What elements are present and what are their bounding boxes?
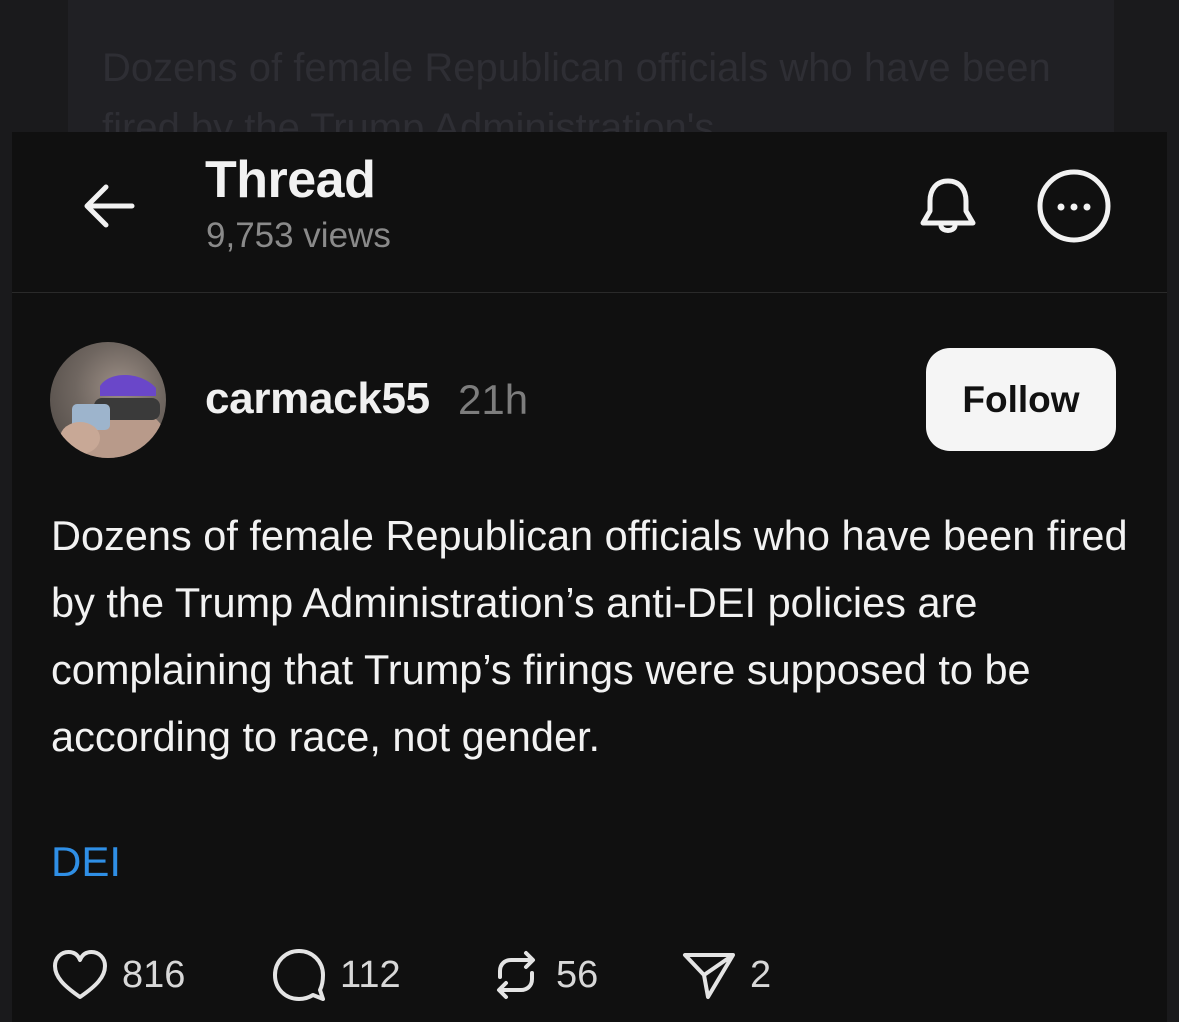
bell-icon (920, 178, 976, 233)
back-arrow-icon (84, 184, 135, 228)
post-actions: 816 112 56 2 (12, 940, 1167, 1010)
avatar[interactable] (50, 342, 166, 458)
thread-panel: Thread 9,753 views carmack55 21h Follow … (12, 132, 1167, 1022)
like-button[interactable]: 816 (50, 940, 185, 1010)
post-time: 21h (458, 376, 529, 423)
reply-button[interactable]: 112 (270, 940, 401, 1010)
page-title: Thread (205, 151, 376, 209)
thread-header: Thread 9,753 views (12, 132, 1167, 293)
reply-count: 112 (340, 953, 401, 996)
username[interactable]: carmack55 (205, 374, 430, 424)
more-options-icon (1037, 169, 1111, 243)
send-icon (683, 953, 735, 999)
view-count: 9,753 views (206, 216, 391, 255)
post-text: Dozens of female Republican officials wh… (51, 512, 1128, 760)
comment-icon (273, 949, 325, 1001)
follow-button[interactable]: Follow (926, 348, 1116, 451)
repost-button[interactable]: 56 (488, 940, 598, 1010)
notifications-button[interactable] (908, 166, 988, 246)
avatar-photo (60, 374, 165, 458)
share-count: 2 (750, 953, 772, 996)
repost-icon (497, 951, 535, 999)
heart-icon (53, 950, 107, 999)
back-button[interactable] (70, 168, 146, 244)
topic-tag[interactable]: DEI (51, 838, 121, 886)
more-options-button[interactable] (1034, 166, 1114, 246)
background-post-card: Dozens of female Republican officials wh… (68, 0, 1114, 140)
background-post-text: Dozens of female Republican officials wh… (102, 46, 1051, 140)
share-button[interactable]: 2 (680, 940, 771, 1010)
like-count: 816 (122, 953, 186, 996)
repost-count: 56 (556, 953, 599, 996)
